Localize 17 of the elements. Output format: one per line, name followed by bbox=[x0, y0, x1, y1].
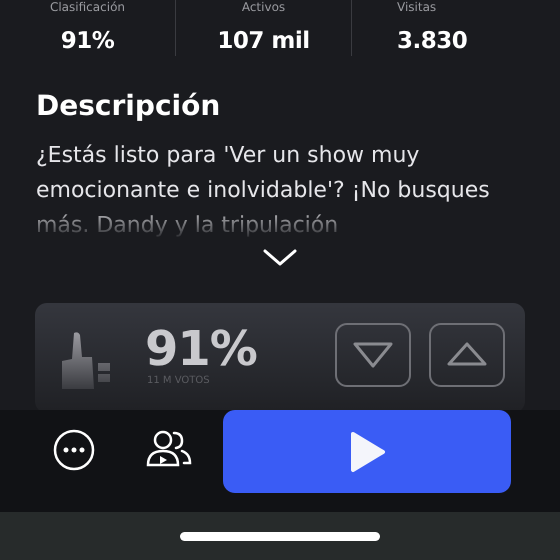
play-button[interactable] bbox=[223, 410, 511, 493]
stat-value: 3.830 bbox=[397, 27, 468, 56]
more-button[interactable] bbox=[53, 429, 95, 471]
watch-party-button[interactable] bbox=[146, 429, 192, 469]
dislike-button[interactable] bbox=[335, 323, 411, 387]
stat-label: Visitas bbox=[397, 0, 436, 14]
description-text: ¿Estás listo para 'Ver un show muy emocionante e inolvidable'? ¡No busques más. Dandy y la tripulación bbox=[36, 142, 491, 240]
rating-percent: 91% bbox=[145, 323, 257, 375]
stat-label: Clasificación bbox=[50, 0, 126, 14]
expand-icon[interactable] bbox=[262, 247, 298, 267]
more-icon bbox=[53, 429, 95, 471]
stat-label: Activos bbox=[242, 0, 286, 14]
stat-value: 91% bbox=[60, 27, 114, 56]
section-title: Descripción bbox=[36, 88, 222, 124]
stat-value: 107 mil bbox=[217, 27, 310, 56]
like-button[interactable] bbox=[429, 323, 505, 387]
group-icon bbox=[146, 429, 192, 469]
